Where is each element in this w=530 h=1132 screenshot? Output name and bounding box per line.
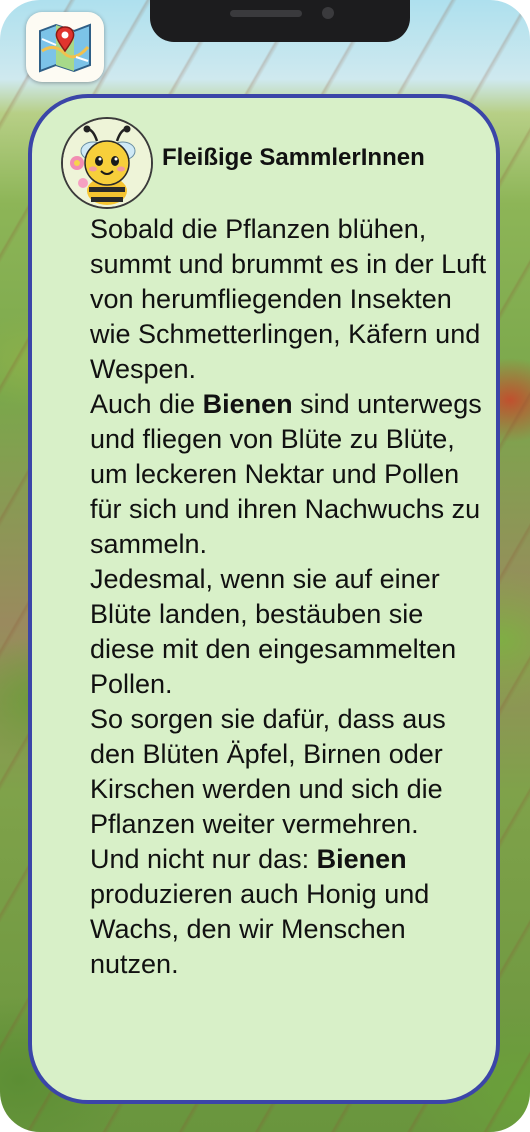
front-camera [322,7,334,19]
bee-icon [63,119,151,207]
paragraph-text: Sobald die Pflanzen blühen, summt und br… [90,214,487,384]
emphasis-text: Bienen [202,389,293,419]
card-paragraph: Jedesmal, wenn sie auf einer Blüte lande… [90,562,490,702]
map-button[interactable] [26,12,104,82]
map-icon [39,23,91,73]
phone-frame: Fleißige SammlerInnen Sobald die Pflanze… [0,0,530,1132]
bee-avatar [61,117,153,209]
card-body: Sobald die Pflanzen blühen, summt und br… [90,212,490,982]
paragraph-text: produzieren auch Honig und Wachs, den wi… [90,879,430,979]
paragraph-text: Jedesmal, wenn sie auf einer Blüte lande… [90,564,457,699]
card-paragraph: Auch die Bienen sind unterwegs und flieg… [90,387,490,562]
speaker-grill [230,10,302,17]
paragraph-text: Auch die [90,389,203,419]
phone-notch [150,0,410,42]
card-title: Fleißige SammlerInnen [162,144,425,171]
card-paragraph: Und nicht nur das: Bienen produzieren au… [90,842,490,982]
info-card: Fleißige SammlerInnen Sobald die Pflanze… [28,94,500,1104]
paragraph-text: So sorgen sie dafür, dass aus den Blüten… [90,704,446,839]
card-paragraph: So sorgen sie dafür, dass aus den Blüten… [90,702,490,842]
card-paragraph: Sobald die Pflanzen blühen, summt und br… [90,212,490,387]
emphasis-text: Bienen [316,844,407,874]
paragraph-text: Und nicht nur das: [90,844,317,874]
